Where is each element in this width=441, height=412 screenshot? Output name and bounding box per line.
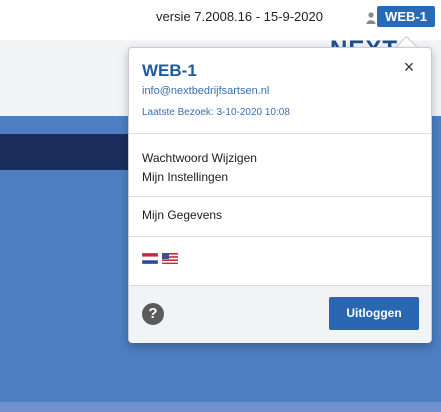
divider <box>129 196 431 197</box>
user-popover: WEB-1 info@nextbedrijfsartsen.nl Laatste… <box>128 47 432 343</box>
menu-item-change-password[interactable]: Wachtwoord Wijzigen <box>142 151 257 165</box>
dutch-flag-icon[interactable] <box>141 251 159 265</box>
divider <box>129 236 431 237</box>
us-flag-icon[interactable] <box>162 251 178 264</box>
top-bar: versie 7.2008.16 - 15-9-2020 WEB-1 <box>0 0 441 40</box>
menu-item-my-settings[interactable]: Mijn Instellingen <box>142 170 228 184</box>
help-icon[interactable]: ? <box>142 303 164 325</box>
nav-bar <box>0 134 140 170</box>
close-icon[interactable]: × <box>400 58 418 76</box>
user-menu-button[interactable]: WEB-1 <box>377 6 435 27</box>
popover-footer: ? Uitloggen <box>129 285 431 343</box>
divider <box>129 133 431 134</box>
version-text: versie 7.2008.16 - 15-9-2020 <box>156 9 323 24</box>
logout-button[interactable]: Uitloggen <box>329 297 419 330</box>
popover-title: WEB-1 <box>142 61 197 80</box>
last-visit-text: Laatste Bezoek: 3-10-2020 10:08 <box>142 107 290 118</box>
user-email: info@nextbedrijfsartsen.nl <box>142 85 270 97</box>
popover-header: WEB-1 info@nextbedrijfsartsen.nl Laatste… <box>129 48 431 143</box>
menu-item-my-details[interactable]: Mijn Gegevens <box>142 208 222 222</box>
bottom-strip <box>0 402 441 412</box>
user-icon <box>366 11 376 24</box>
